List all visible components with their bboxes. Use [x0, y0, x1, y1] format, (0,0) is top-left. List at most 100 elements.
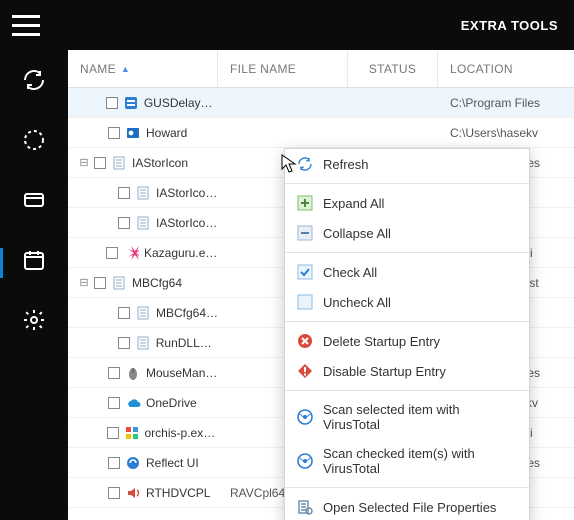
gear-icon[interactable]	[22, 308, 46, 332]
ctx-uncheck-label: Uncheck All	[323, 295, 391, 310]
reflect-icon	[125, 455, 141, 471]
item-name-label: IAStorIco…	[156, 186, 217, 200]
cell-name: GUSDelaySt…	[68, 95, 218, 111]
cell-name: MBCfg64…	[68, 305, 218, 321]
table-row[interactable]: Howard C:\Users\hasekv	[68, 118, 574, 148]
item-name-label: GUSDelaySt…	[144, 96, 218, 110]
cell-name: orchis-p.exe…	[68, 425, 218, 441]
cell-name: IAStorIco…	[68, 185, 218, 201]
refresh-cycle-icon[interactable]	[22, 68, 46, 92]
collapse-icon	[297, 225, 313, 241]
context-menu: Refresh Expand All Collapse All Check Al…	[284, 148, 530, 520]
sidebar-selection-indicator	[0, 248, 3, 278]
row-checkbox[interactable]	[118, 217, 130, 229]
ctx-check-label: Check All	[323, 265, 377, 280]
item-name-label: MBCfg64…	[156, 306, 218, 320]
ctx-delete-label: Delete Startup Entry	[323, 334, 440, 349]
properties-icon	[297, 499, 313, 515]
col-file-label: FILE NAME	[230, 62, 296, 76]
row-checkbox[interactable]	[107, 427, 119, 439]
item-name-label: RTHDVCPL	[146, 486, 210, 500]
sidebar	[0, 50, 68, 520]
ctx-expand-all[interactable]: Expand All	[285, 188, 529, 218]
ctx-file-properties[interactable]: Open Selected File Properties	[285, 492, 529, 520]
virustotal-icon	[297, 409, 313, 425]
ctx-virustotal-checked[interactable]: Scan checked item(s) with VirusTotal	[285, 439, 529, 483]
col-file[interactable]: FILE NAME	[218, 50, 348, 87]
cell-name: RTHDVCPL	[68, 485, 218, 501]
row-checkbox[interactable]	[108, 397, 120, 409]
tree-toggle-icon[interactable]: ⊟	[79, 276, 89, 289]
row-checkbox[interactable]	[108, 367, 120, 379]
refresh-icon	[297, 156, 313, 172]
row-checkbox[interactable]	[94, 157, 106, 169]
item-name-label: Howard	[146, 126, 187, 140]
ctx-separator	[285, 487, 529, 488]
disable-icon	[297, 363, 313, 379]
cell-name: MouseMan…	[68, 365, 218, 381]
doc-icon	[111, 275, 127, 291]
ctx-separator	[285, 252, 529, 253]
cell-location: C:\Users\hasekv	[438, 126, 574, 140]
row-checkbox[interactable]	[118, 337, 130, 349]
item-name-label: OneDrive	[146, 396, 197, 410]
uncheck-icon	[297, 294, 313, 310]
col-location[interactable]: LOCATION	[438, 50, 574, 87]
ctx-check-all[interactable]: Check All	[285, 257, 529, 287]
item-name-label: IAStorIco…	[156, 216, 217, 230]
top-bar: EXTRA TOOLS	[0, 0, 574, 50]
doc-icon	[135, 305, 151, 321]
cell-name: Howard	[68, 125, 218, 141]
cell-location: C:\Program Files	[438, 96, 574, 110]
speaker-icon	[125, 485, 141, 501]
kazaguru-icon	[123, 245, 139, 261]
item-name-label: orchis-p.exe…	[145, 426, 219, 440]
item-name-label: Reflect UI	[146, 456, 199, 470]
row-checkbox[interactable]	[108, 457, 120, 469]
row-checkbox[interactable]	[108, 127, 120, 139]
ctx-uncheck-all[interactable]: Uncheck All	[285, 287, 529, 317]
check-icon	[297, 264, 313, 280]
row-checkbox[interactable]	[118, 307, 130, 319]
outlook-icon	[125, 125, 141, 141]
doc-icon	[135, 185, 151, 201]
orchis-icon	[124, 425, 140, 441]
row-checkbox[interactable]	[106, 247, 118, 259]
ctx-refresh-label: Refresh	[323, 157, 369, 172]
ctx-props-label: Open Selected File Properties	[323, 500, 496, 515]
row-checkbox[interactable]	[106, 97, 118, 109]
doc-icon	[135, 215, 151, 231]
ctx-refresh[interactable]: Refresh	[285, 149, 529, 179]
cell-name: ⊟ IAStorIcon	[68, 155, 218, 171]
ctx-vtchk-label: Scan checked item(s) with VirusTotal	[323, 446, 517, 476]
cell-name: OneDrive	[68, 395, 218, 411]
row-checkbox[interactable]	[118, 187, 130, 199]
item-name-label: Kazaguru.ex…	[144, 246, 218, 260]
onedrive-icon	[125, 395, 141, 411]
row-checkbox[interactable]	[94, 277, 106, 289]
tree-toggle-icon[interactable]: ⊟	[79, 156, 89, 169]
col-status[interactable]: STATUS	[348, 50, 438, 87]
item-name-label: RunDLL3…	[156, 336, 218, 350]
cell-name: Kazaguru.ex…	[68, 245, 218, 261]
expand-icon	[297, 195, 313, 211]
calendar-icon[interactable]	[22, 248, 46, 272]
ctx-vtsel-label: Scan selected item with VirusTotal	[323, 402, 517, 432]
ctx-delete-entry[interactable]: Delete Startup Entry	[285, 326, 529, 356]
ctx-disable-label: Disable Startup Entry	[323, 364, 446, 379]
cell-name: Reflect UI	[68, 455, 218, 471]
table-row[interactable]: GUSDelaySt… C:\Program Files	[68, 88, 574, 118]
item-name-label: IAStorIcon	[132, 156, 188, 170]
col-name-label: NAME	[80, 62, 116, 76]
row-checkbox[interactable]	[108, 487, 120, 499]
doc-icon	[111, 155, 127, 171]
ctx-collapse-all[interactable]: Collapse All	[285, 218, 529, 248]
ctx-disable-entry[interactable]: Disable Startup Entry	[285, 356, 529, 386]
dashed-cycle-icon[interactable]	[22, 128, 46, 152]
menu-hamburger-icon[interactable]	[12, 7, 48, 43]
ctx-virustotal-selected[interactable]: Scan selected item with VirusTotal	[285, 395, 529, 439]
startup-list-icon[interactable]	[22, 188, 46, 212]
item-name-label: MBCfg64	[132, 276, 182, 290]
virustotal-icon	[297, 453, 313, 469]
col-name[interactable]: NAME ▲	[68, 50, 218, 87]
